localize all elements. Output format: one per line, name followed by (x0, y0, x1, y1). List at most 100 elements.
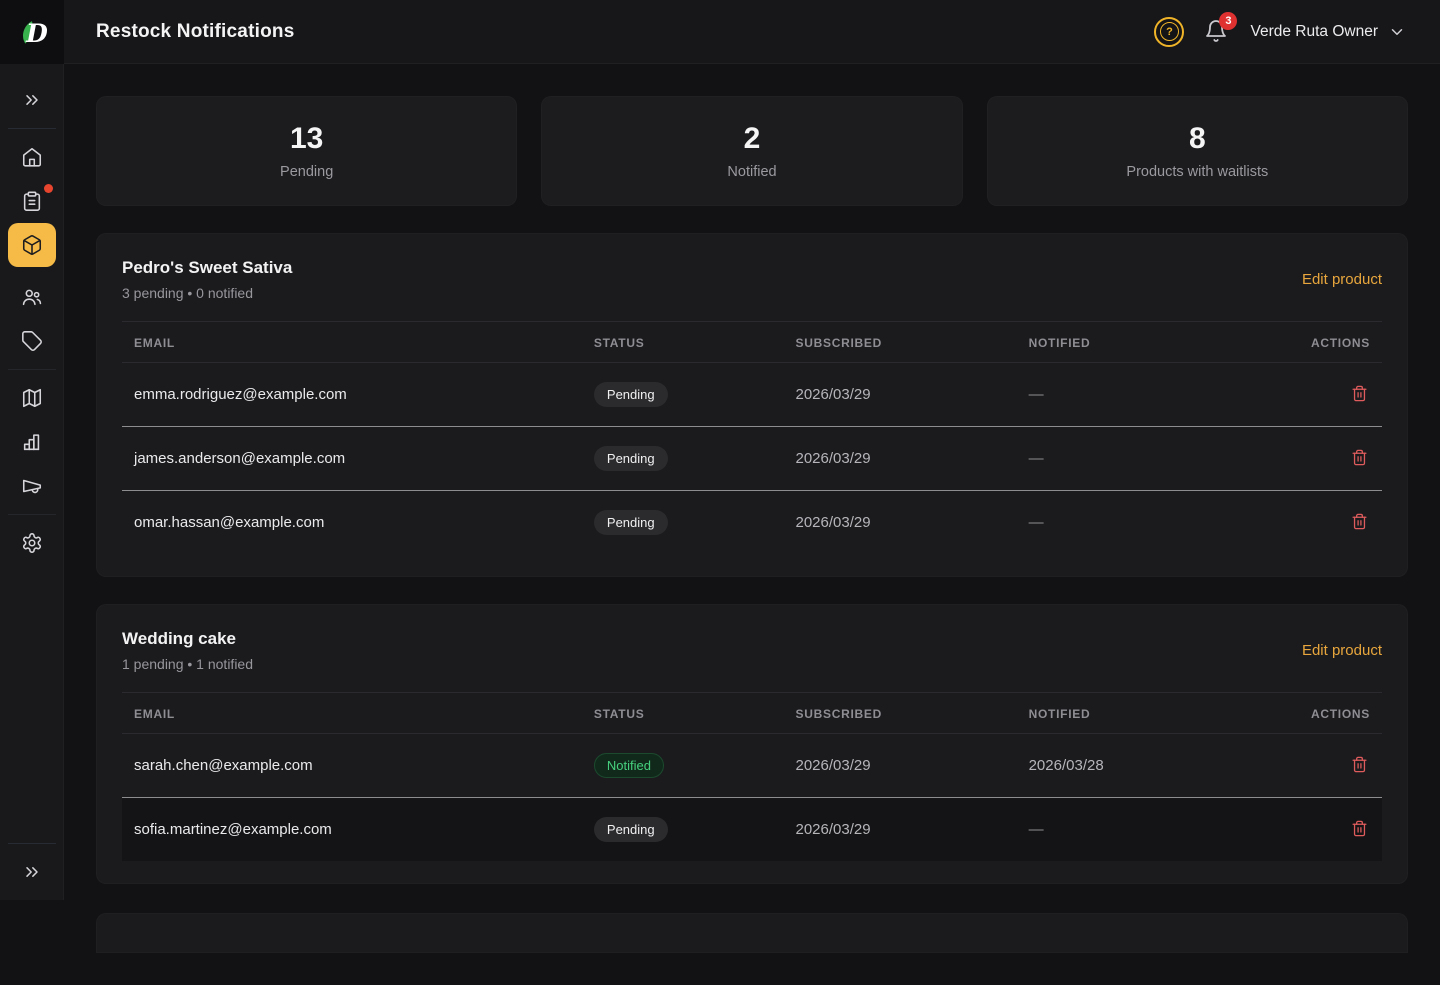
stat-label: Products with waitlists (1126, 164, 1268, 180)
table-row: james.anderson@example.com Pending 2026/… (122, 427, 1382, 491)
notified-cell: — (1017, 798, 1294, 862)
stat-card-pending: 13 Pending (96, 96, 517, 206)
edit-product-link[interactable]: Edit product (1302, 642, 1382, 659)
subscribed-cell: 2026/03/29 (784, 363, 1017, 427)
sidebar-item-settings[interactable] (8, 521, 56, 565)
stat-value: 8 (1189, 122, 1206, 156)
col-status: STATUS (582, 693, 784, 734)
chevron-down-icon (1388, 23, 1406, 41)
notified-cell: 2026/03/28 (1017, 734, 1294, 798)
product-summary: 3 pending • 0 notified (122, 285, 292, 301)
trash-icon (1351, 756, 1368, 773)
delete-button[interactable] (1349, 511, 1370, 532)
table-row: omar.hassan@example.com Pending 2026/03/… (122, 491, 1382, 555)
subscribed-cell: 2026/03/29 (784, 798, 1017, 862)
subscribed-cell: 2026/03/29 (784, 427, 1017, 491)
page-title: Restock Notifications (96, 21, 294, 43)
sidebar-item-tags[interactable] (8, 319, 56, 363)
sidebar-divider (8, 128, 56, 129)
leaf-d-logo-icon: D (12, 12, 52, 52)
status-badge: Pending (594, 510, 668, 535)
trash-icon (1351, 513, 1368, 530)
tag-icon (21, 330, 43, 352)
notification-badge: 3 (1219, 12, 1237, 30)
help-button[interactable]: ? (1154, 17, 1184, 47)
waitlist-table: EMAIL STATUS SUBSCRIBED NOTIFIED ACTIONS… (122, 322, 1382, 554)
col-notified: NOTIFIED (1017, 322, 1294, 363)
sidebar-expand-button[interactable] (8, 850, 56, 894)
status-badge: Notified (594, 753, 664, 778)
col-actions: ACTIONS (1294, 322, 1382, 363)
sidebar-item-menu[interactable] (8, 376, 56, 420)
sidebar-collapse-button[interactable] (8, 78, 56, 122)
main-content: 13 Pending 2 Notified 8 Products with wa… (64, 64, 1440, 985)
stat-card-notified: 2 Notified (541, 96, 962, 206)
notified-cell: — (1017, 427, 1294, 491)
svg-text:D: D (25, 19, 48, 48)
col-subscribed: SUBSCRIBED (784, 693, 1017, 734)
table-header-row: EMAIL STATUS SUBSCRIBED NOTIFIED ACTIONS (122, 322, 1382, 363)
sidebar-item-products[interactable] (8, 223, 56, 267)
bar-chart-icon (21, 431, 43, 453)
chevrons-right-icon (22, 90, 42, 110)
product-name: Pedro's Sweet Sativa (122, 258, 292, 278)
email-cell: omar.hassan@example.com (122, 491, 582, 555)
col-actions: ACTIONS (1294, 693, 1382, 734)
sidebar (0, 64, 64, 900)
sidebar-item-customers[interactable] (8, 275, 56, 319)
trash-icon (1351, 449, 1368, 466)
email-cell: james.anderson@example.com (122, 427, 582, 491)
trash-icon (1351, 820, 1368, 837)
sidebar-divider (8, 369, 56, 370)
notified-cell: — (1017, 363, 1294, 427)
stat-card-waitlists: 8 Products with waitlists (987, 96, 1408, 206)
delete-button[interactable] (1349, 447, 1370, 468)
email-cell: emma.rodriguez@example.com (122, 363, 582, 427)
edit-product-link[interactable]: Edit product (1302, 271, 1382, 288)
col-status: STATUS (582, 322, 784, 363)
status-badge: Pending (594, 817, 668, 842)
chevrons-right-icon (22, 862, 42, 882)
sidebar-item-marketing[interactable] (8, 464, 56, 508)
megaphone-icon (21, 475, 43, 497)
col-email: EMAIL (122, 693, 582, 734)
email-cell: sofia.martinez@example.com (122, 798, 582, 862)
stat-label: Pending (280, 164, 333, 180)
alert-dot (44, 184, 53, 193)
delete-button[interactable] (1349, 754, 1370, 775)
sidebar-divider (8, 514, 56, 515)
status-badge: Pending (594, 382, 668, 407)
product-summary: 1 pending • 1 notified (122, 656, 253, 672)
product-card: Pedro's Sweet Sativa 3 pending • 0 notif… (96, 233, 1408, 577)
table-header-row: EMAIL STATUS SUBSCRIBED NOTIFIED ACTIONS (122, 693, 1382, 734)
delete-button[interactable] (1349, 818, 1370, 839)
topbar: D Restock Notifications ? 3 Verde Ruta O… (0, 0, 1440, 64)
product-name: Wedding cake (122, 629, 253, 649)
user-menu[interactable]: Verde Ruta Owner (1250, 23, 1406, 41)
map-icon (21, 387, 43, 409)
home-icon (21, 146, 43, 168)
gear-icon (21, 532, 43, 554)
table-row: sofia.martinez@example.com Pending 2026/… (122, 798, 1382, 862)
status-badge: Pending (594, 446, 668, 471)
notifications-button[interactable]: 3 (1204, 19, 1230, 45)
stat-label: Notified (727, 164, 776, 180)
trash-icon (1351, 385, 1368, 402)
email-cell: sarah.chen@example.com (122, 734, 582, 798)
stat-value: 13 (290, 122, 323, 156)
product-card: Wedding cake 1 pending • 1 notified Edit… (96, 604, 1408, 884)
subscribed-cell: 2026/03/29 (784, 734, 1017, 798)
table-row: emma.rodriguez@example.com Pending 2026/… (122, 363, 1382, 427)
col-email: EMAIL (122, 322, 582, 363)
subscribed-cell: 2026/03/29 (784, 491, 1017, 555)
delete-button[interactable] (1349, 383, 1370, 404)
users-icon (21, 286, 43, 308)
question-mark-icon: ? (1160, 22, 1179, 41)
sidebar-item-home[interactable] (8, 135, 56, 179)
col-subscribed: SUBSCRIBED (784, 322, 1017, 363)
waitlist-table: EMAIL STATUS SUBSCRIBED NOTIFIED ACTIONS… (122, 693, 1382, 861)
app-logo[interactable]: D (0, 0, 64, 64)
stat-value: 2 (744, 122, 761, 156)
sidebar-item-orders[interactable] (8, 179, 56, 223)
sidebar-item-analytics[interactable] (8, 420, 56, 464)
